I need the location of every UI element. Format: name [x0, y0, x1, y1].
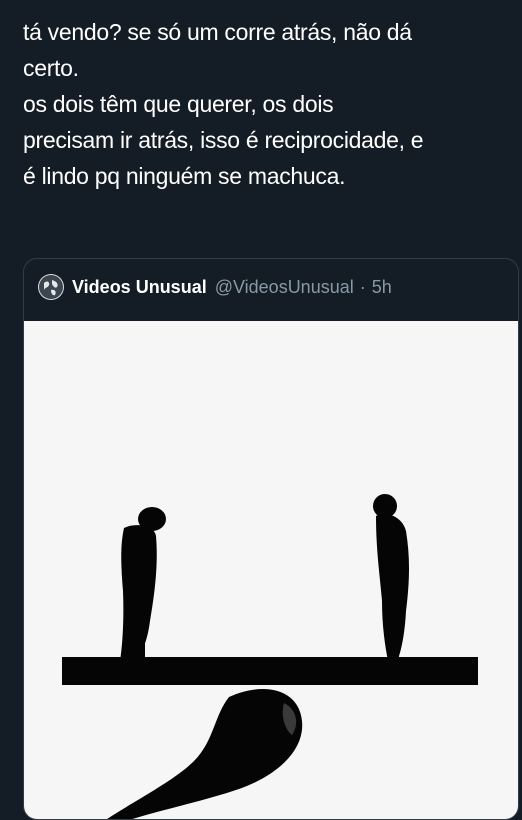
tweet-text-line: certo. [23, 55, 79, 81]
globe-icon [39, 275, 63, 299]
tweet-text-line: precisam ir atrás, isso é reciprocidade,… [23, 127, 424, 153]
avatar[interactable] [38, 274, 64, 300]
tweet-text: tá vendo? se só um corre atrás, não dá c… [23, 14, 513, 194]
tweet-text-line: é lindo pq ninguém se machuca. [23, 163, 346, 189]
quoted-tweet-header: Videos Unusual @VideosUnusual · 5h [38, 273, 392, 301]
quoted-handle[interactable]: @VideosUnusual [215, 277, 354, 298]
quoted-display-name[interactable]: Videos Unusual [72, 277, 207, 298]
balance-board [62, 657, 478, 685]
tweet-text-line: os dois têm que querer, os dois [23, 91, 334, 117]
hand-shape [107, 689, 303, 819]
tweet-text-line: tá vendo? se só um corre atrás, não dá [23, 19, 412, 45]
right-figure [373, 494, 409, 663]
quoted-timestamp[interactable]: 5h [372, 277, 392, 298]
quoted-tweet-card[interactable]: Videos Unusual @VideosUnusual · 5h [23, 258, 519, 820]
quoted-tweet-media[interactable] [24, 321, 518, 819]
left-figure [120, 507, 166, 663]
two-figures-on-balance-board-illustration [62, 494, 478, 819]
separator-dot: · [359, 276, 366, 297]
